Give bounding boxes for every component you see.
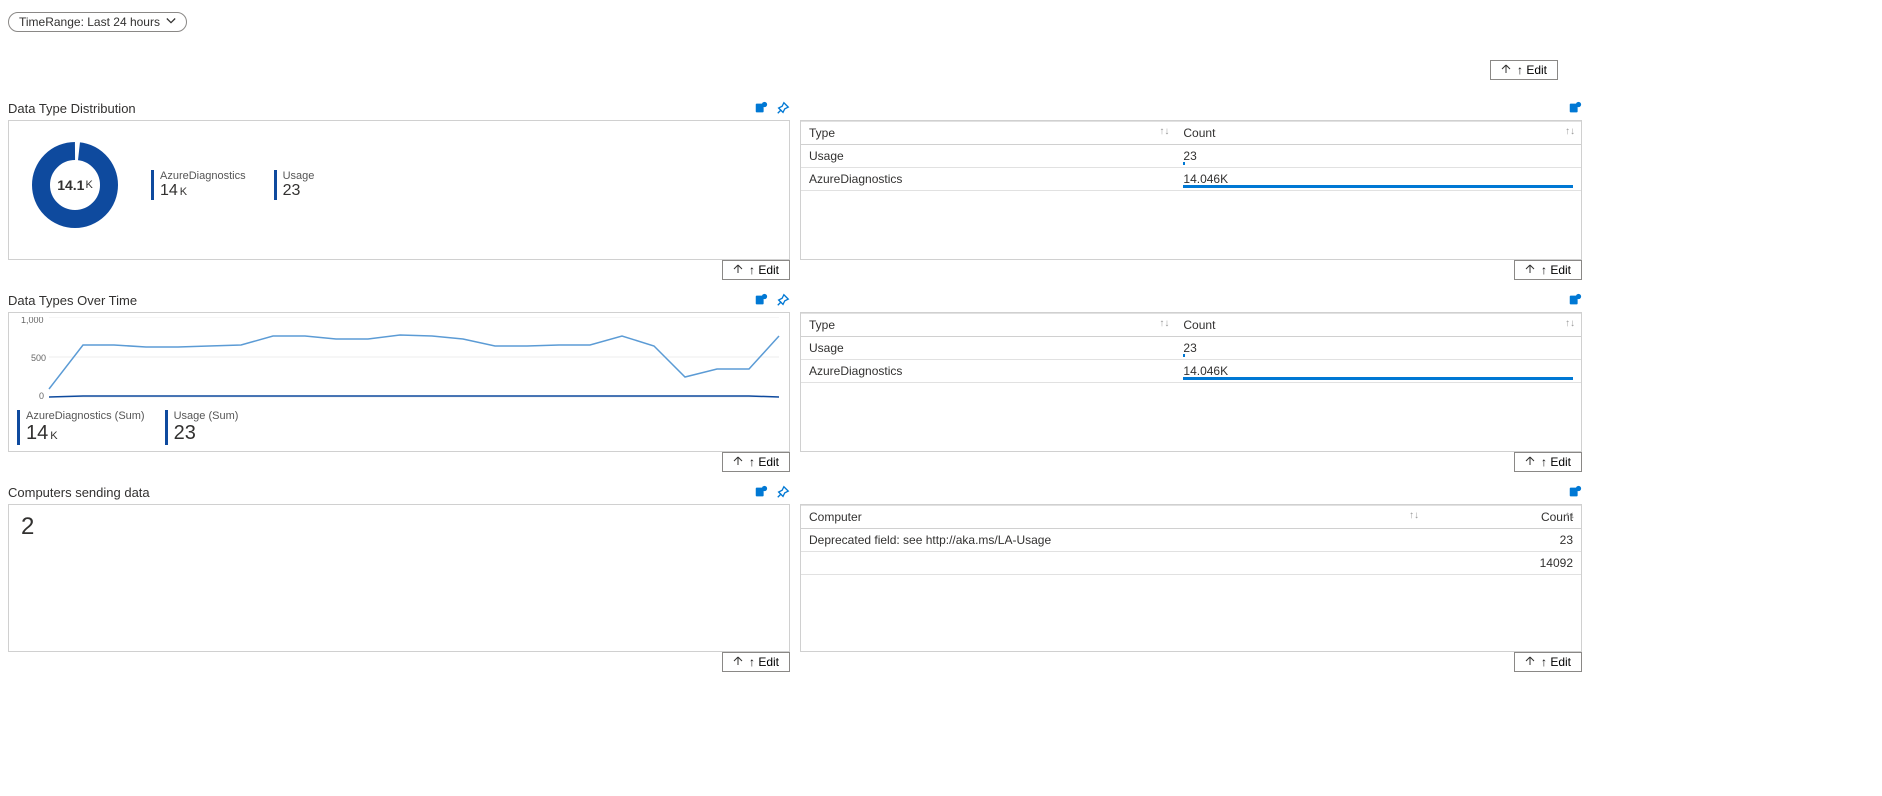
table-row: Usage 23: [801, 145, 1581, 168]
svg-text:1,000: 1,000: [21, 317, 44, 325]
edit-up-icon: [1525, 655, 1535, 669]
panel-title: Computers sending data: [8, 485, 150, 500]
logs-icon[interactable]: [1568, 485, 1582, 499]
legend-item: Usage 23: [274, 170, 315, 200]
edit-label: ↑ Edit: [1517, 63, 1547, 77]
table-row: 14092: [801, 552, 1581, 575]
line-chart: 1,000 500 0 12 PM 3 PM 6 PM 9 PM Oct 17 …: [17, 317, 781, 403]
panel-data-type-distribution: Data Type Distribution 14.1K: [8, 98, 790, 280]
donut-chart: 14.1K: [29, 139, 121, 231]
logs-icon[interactable]: [754, 101, 768, 115]
edit-up-icon: [733, 455, 743, 469]
computers-value: 2: [9, 505, 789, 549]
logs-icon[interactable]: [754, 293, 768, 307]
computers-card: 2: [8, 504, 790, 652]
line-legend: AzureDiagnostics (Sum) 14K Usage (Sum) 2…: [17, 408, 781, 445]
sort-icon: ↑↓: [1409, 510, 1419, 521]
over-time-table: Type↑↓ Count↑↓ Usage 23 AzureDiagnostics…: [801, 313, 1581, 383]
svg-text:500: 500: [31, 353, 46, 363]
panel-over-time-table: Type↑↓ Count↑↓ Usage 23 AzureDiagnostics…: [800, 290, 1582, 472]
panel-data-types-over-time: Data Types Over Time 1,000 500 0 12: [8, 290, 790, 472]
dist-table-card: Type↑↓ Count↑↓ Usage 23 AzureDiagnostics…: [800, 120, 1582, 260]
logs-icon[interactable]: [754, 485, 768, 499]
edit-up-icon: [733, 263, 743, 277]
time-range-label: TimeRange: Last 24 hours: [19, 15, 160, 29]
pin-icon[interactable]: [776, 101, 790, 115]
col-count[interactable]: Count↑↓: [1175, 122, 1581, 145]
line-chart-card: 1,000 500 0 12 PM 3 PM 6 PM 9 PM Oct 17 …: [8, 312, 790, 452]
panel-computers-sending-data: Computers sending data 2 ↑ Edit: [8, 482, 790, 672]
donut-legend: AzureDiagnostics 14K Usage 23: [151, 170, 314, 200]
pin-icon[interactable]: [776, 293, 790, 307]
sort-icon: ↑↓: [1159, 318, 1169, 329]
computers-table: Computer↑↓ Count↑↓ Deprecated field: see…: [801, 505, 1581, 575]
col-computer[interactable]: Computer↑↓: [801, 506, 1425, 529]
legend-item: AzureDiagnostics (Sum) 14K: [17, 410, 145, 445]
edit-button[interactable]: ↑ Edit: [722, 260, 790, 280]
over-time-table-card: Type↑↓ Count↑↓ Usage 23 AzureDiagnostics…: [800, 312, 1582, 452]
donut-card: 14.1K AzureDiagnostics 14K Usage 23: [8, 120, 790, 260]
dist-table: Type↑↓ Count↑↓ Usage 23 AzureDiagnostics…: [801, 121, 1581, 191]
logs-icon[interactable]: [1568, 293, 1582, 307]
edit-up-icon: [1525, 455, 1535, 469]
svg-text:0: 0: [39, 391, 44, 401]
edit-button[interactable]: ↑ Edit: [1514, 652, 1582, 672]
col-type[interactable]: Type↑↓: [801, 314, 1175, 337]
panel-dist-table: Type↑↓ Count↑↓ Usage 23 AzureDiagnostics…: [800, 98, 1582, 280]
edit-button-top[interactable]: ↑ Edit: [1490, 60, 1558, 80]
chevron-down-icon: [166, 15, 176, 29]
col-count[interactable]: Count↑↓: [1175, 314, 1581, 337]
table-row: AzureDiagnostics 14.046K: [801, 168, 1581, 191]
sort-icon: ↑↓: [1565, 318, 1575, 329]
legend-item: AzureDiagnostics 14K: [151, 170, 246, 200]
time-range-filter[interactable]: TimeRange: Last 24 hours: [8, 12, 187, 32]
computers-table-card: Computer↑↓ Count↑↓ Deprecated field: see…: [800, 504, 1582, 652]
edit-button[interactable]: ↑ Edit: [722, 652, 790, 672]
panel-computers-table: Computer↑↓ Count↑↓ Deprecated field: see…: [800, 482, 1582, 672]
pin-icon[interactable]: [776, 485, 790, 499]
logs-icon[interactable]: [1568, 101, 1582, 115]
col-count[interactable]: Count↑↓: [1425, 506, 1581, 529]
table-row: AzureDiagnostics 14.046K: [801, 360, 1581, 383]
table-row: Usage 23: [801, 337, 1581, 360]
legend-item: Usage (Sum) 23: [165, 410, 239, 445]
panel-title: Data Type Distribution: [8, 101, 136, 116]
sort-icon: ↑↓: [1159, 126, 1169, 137]
edit-up-icon: [733, 655, 743, 669]
table-row: Deprecated field: see http://aka.ms/LA-U…: [801, 529, 1581, 552]
edit-up-icon: [1525, 263, 1535, 277]
edit-button[interactable]: ↑ Edit: [722, 452, 790, 472]
edit-button[interactable]: ↑ Edit: [1514, 260, 1582, 280]
sort-icon: ↑↓: [1565, 126, 1575, 137]
col-type[interactable]: Type↑↓: [801, 122, 1175, 145]
sort-icon: ↑↓: [1565, 510, 1575, 521]
edit-up-icon: [1501, 63, 1511, 77]
panel-title: Data Types Over Time: [8, 293, 137, 308]
donut-total: 14.1K: [29, 139, 121, 231]
edit-button[interactable]: ↑ Edit: [1514, 452, 1582, 472]
